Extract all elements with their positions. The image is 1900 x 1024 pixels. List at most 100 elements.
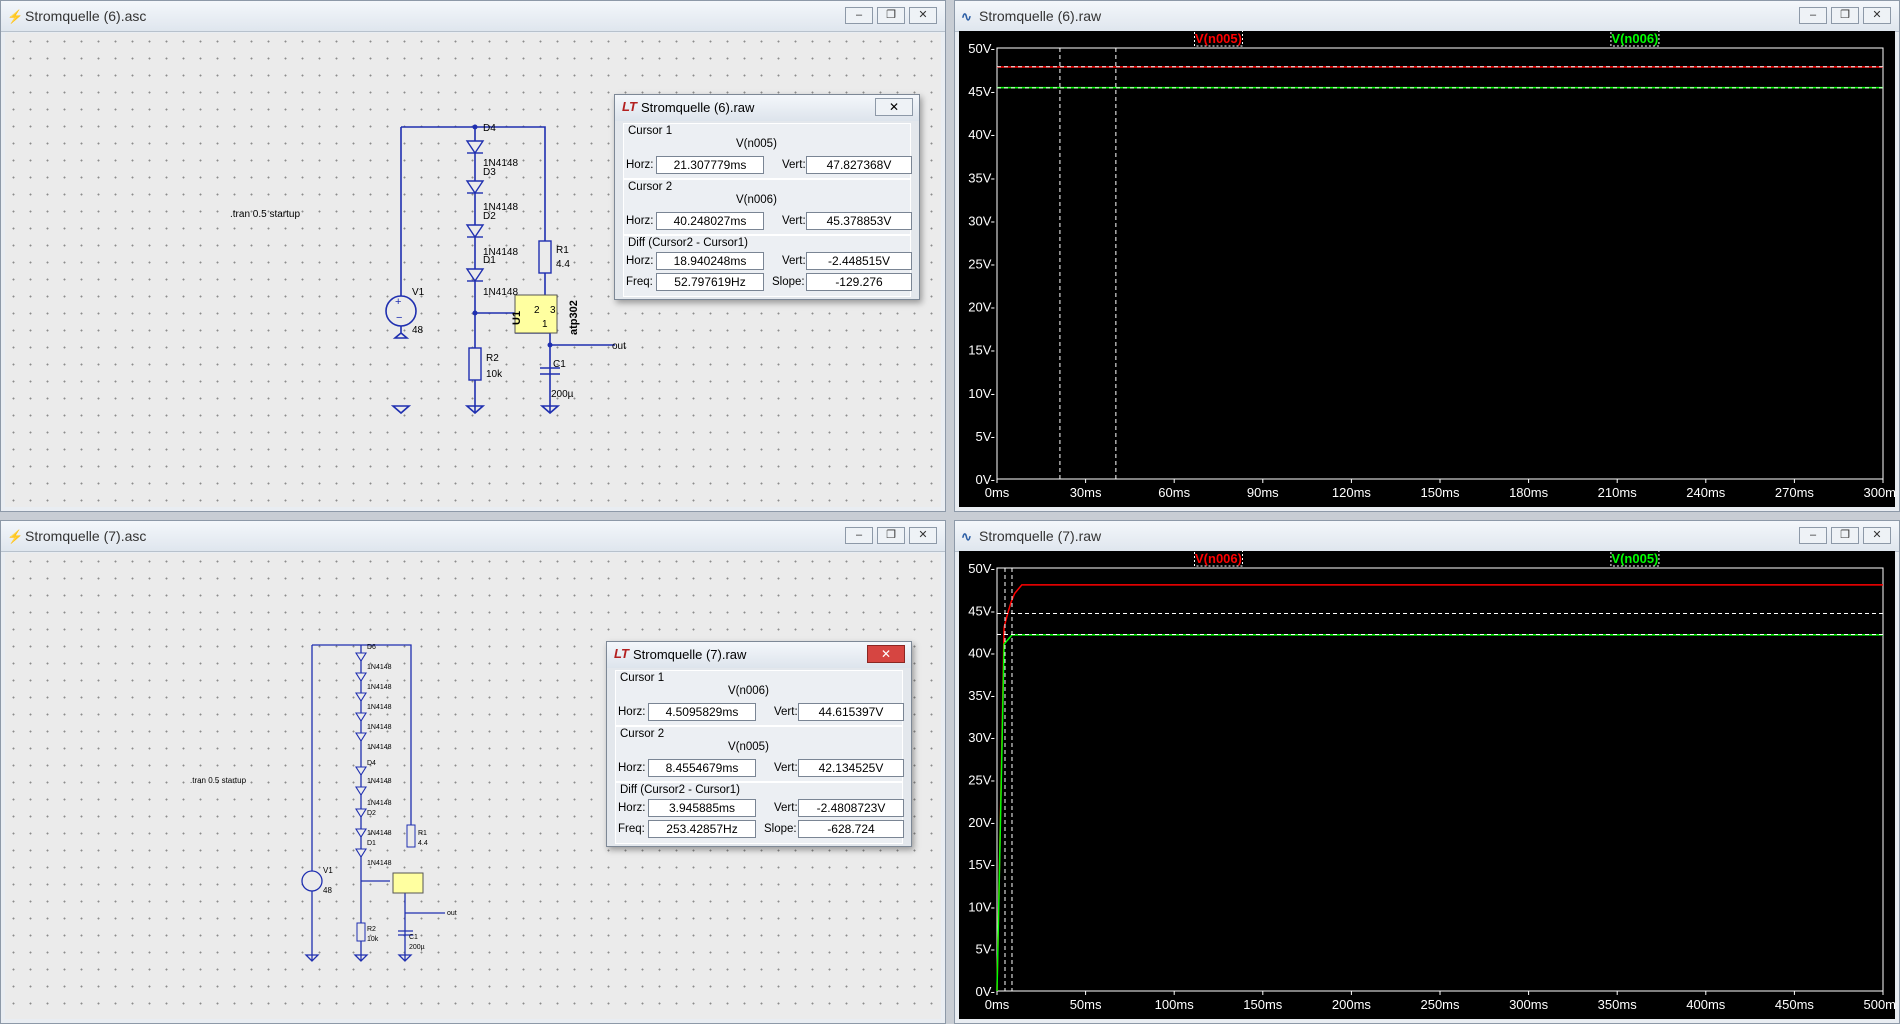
close-button[interactable]: ✕ — [909, 527, 937, 544]
x-tick-label: 60ms — [1158, 485, 1190, 500]
y-tick-label: 30V- — [968, 730, 995, 745]
cursor1-vert-field[interactable]: 47.827368V — [806, 156, 912, 174]
minimize-button[interactable]: – — [1799, 527, 1827, 544]
cursor-dialog-7[interactable]: LT Stromquelle (7).raw ✕ Cursor 1 V(n006… — [606, 641, 912, 847]
d1-model: 1N4148 — [483, 287, 518, 298]
waveform-7-titlebar[interactable]: ∿ Stromquelle (7).raw – ❐ ✕ — [955, 521, 1899, 552]
restore-button[interactable]: ❐ — [877, 7, 905, 24]
ltspice-icon: LT — [614, 646, 629, 661]
close-button[interactable]: ✕ — [909, 7, 937, 24]
diff-group: Diff (Cursor2 - Cursor1) Horz: 3.945885m… — [615, 782, 904, 844]
diff-vert-field[interactable]: -2.4808723V — [798, 799, 904, 817]
cursor1-horz-field[interactable]: 4.5095829ms — [648, 703, 756, 721]
diff-slope-field[interactable]: -129.276 — [806, 273, 912, 291]
schematic-icon: ⚡ — [7, 529, 24, 544]
diff-horz-field[interactable]: 18.940248ms — [656, 252, 764, 270]
diff-group: Diff (Cursor2 - Cursor1) Horz: 18.940248… — [623, 235, 912, 297]
x-tick-label: 50ms — [1070, 997, 1102, 1012]
slope-label: Slope: — [764, 823, 797, 835]
restore-button[interactable]: ❐ — [1831, 527, 1859, 544]
ltspice-icon: LT — [622, 99, 637, 114]
x-tick-label: 100ms — [1155, 997, 1195, 1012]
vert-label: Vert: — [782, 255, 806, 267]
cursor1-group: Cursor 1 V(n006) Horz: 4.5095829ms Vert:… — [615, 670, 904, 726]
close-button[interactable]: ✕ — [1863, 7, 1891, 24]
diff-freq-field[interactable]: 253.42857Hz — [648, 820, 756, 838]
y-tick-label: 40V- — [968, 646, 995, 661]
x-tick-label: 210ms — [1598, 485, 1638, 500]
waveform-window-6[interactable]: ∿ Stromquelle (6).raw – ❐ ✕ 0V- 5V- 10V- 15… — [954, 0, 1900, 512]
cursor-dialog-6-title: Stromquelle (6).raw — [641, 100, 755, 115]
d4-label: D4 — [483, 123, 496, 134]
diode-model-f: 1N4148 — [367, 778, 392, 785]
d2-label: D2 — [483, 211, 496, 222]
close-button[interactable]: ✕ — [867, 645, 905, 663]
r1-label: R1 — [556, 245, 569, 256]
diff-label: Diff (Cursor2 - Cursor1) — [620, 784, 740, 796]
v1-value: 48 — [412, 325, 424, 336]
schematic-6-titlebar[interactable]: ⚡ Stromquelle (6).asc – ❐ ✕ — [1, 1, 945, 32]
freq-label: Freq: — [626, 276, 653, 288]
restore-button[interactable]: ❐ — [1831, 7, 1859, 24]
y-tick-label: 5V- — [975, 942, 995, 957]
diode-model-a: 1N4148 — [367, 664, 392, 671]
diff-slope-field[interactable]: -628.724 — [798, 820, 904, 838]
y-tick-label: 40V- — [968, 127, 995, 142]
cursor1-vert-field[interactable]: 44.615397V — [798, 703, 904, 721]
restore-button[interactable]: ❐ — [877, 527, 905, 544]
plot-6-chart[interactable]: 0V-5V-10V-15V-20V-25V-30V-35V-40V-45V-50… — [959, 29, 1899, 509]
horz-label: Horz: — [626, 255, 654, 267]
vert-label: Vert: — [782, 215, 806, 227]
r2-value: 10k — [486, 369, 503, 380]
cursor2-horz-field[interactable]: 8.4554679ms — [648, 759, 756, 777]
diode-model-i: 1N4148 — [367, 860, 392, 867]
plot-7-area[interactable]: 0V- 5V- 10V- 15V- 20V- 25V- 30V- 35V- 40V- 45V- 50… — [959, 549, 1899, 1021]
y-tick-label: 10V- — [968, 899, 995, 914]
cursor2-vert-field[interactable]: 45.378853V — [806, 212, 912, 230]
minimize-button[interactable]: – — [1799, 7, 1827, 24]
diff-horz-field[interactable]: 3.945885ms — [648, 799, 756, 817]
y-tick-label: 25V- — [968, 257, 995, 272]
cursor2-group: Cursor 2 V(n006) Horz: 40.248027ms Vert:… — [623, 179, 912, 235]
waveform-icon: ∿ — [961, 529, 972, 544]
horz-label: Horz: — [626, 159, 654, 171]
sim-directive: .tran 0.5 startup — [230, 209, 300, 220]
horz-label: Horz: — [626, 215, 654, 227]
diff-vert-field[interactable]: -2.448515V — [806, 252, 912, 270]
diode-d3 — [465, 180, 485, 195]
waveform-6-titlebar[interactable]: ∿ Stromquelle (6).raw – ❐ ✕ — [955, 1, 1899, 32]
cursor-dialog-7-titlebar[interactable]: LT Stromquelle (7).raw ✕ — [607, 642, 911, 668]
cursor1-label: Cursor 1 — [620, 672, 665, 684]
cursor2-horz-field[interactable]: 40.248027ms — [656, 212, 764, 230]
minimize-button[interactable]: – — [845, 527, 873, 544]
diode-d2 — [465, 224, 485, 239]
plot-6-area[interactable]: 0V- 5V- 10V- 15V- 20V- 25V- 30V- 35V- 40V- 45V- 50… — [959, 29, 1899, 509]
u1-pin2: 2 — [534, 305, 540, 316]
c1-label-7: C1 — [409, 934, 418, 941]
cursor2-label: Cursor 2 — [620, 728, 665, 740]
close-button[interactable]: ✕ — [1863, 527, 1891, 544]
resistor-r1 — [538, 240, 552, 274]
cursor2-group: Cursor 2 V(n005) Horz: 8.4554679ms Vert:… — [615, 726, 904, 782]
x-tick-label: 150ms — [1420, 485, 1460, 500]
cursor-dialog-7-title: Stromquelle (7).raw — [633, 647, 747, 662]
d3-label: D3 — [483, 167, 496, 178]
y-tick-label: 50V- — [968, 41, 995, 56]
resistor-r2 — [468, 347, 482, 381]
cursor-dialog-6[interactable]: LT Stromquelle (6).raw ✕ Cursor 1 V(n005… — [614, 94, 920, 300]
horz-label: Horz: — [618, 802, 646, 814]
diff-freq-field[interactable]: 52.797619Hz — [656, 273, 764, 291]
waveform-6-title: Stromquelle (6).raw — [979, 8, 1102, 24]
waveform-window-7[interactable]: ∿ Stromquelle (7).raw – ❐ ✕ 0V- 5V- 10V- 15… — [954, 520, 1900, 1024]
schematic-7-titlebar[interactable]: ⚡ Stromquelle (7).asc – ❐ ✕ — [1, 521, 945, 552]
cursor-dialog-6-titlebar[interactable]: LT Stromquelle (6).raw ✕ — [615, 95, 919, 121]
cursor1-horz-field[interactable]: 21.307779ms — [656, 156, 764, 174]
minimize-button[interactable]: – — [845, 7, 873, 24]
plot-7-chart[interactable]: 0V-5V-10V-15V-20V-25V-30V-35V-40V-45V-50… — [959, 549, 1899, 1021]
close-button[interactable]: ✕ — [875, 98, 913, 116]
cursor2-trace: V(n005) — [728, 741, 769, 753]
y-tick-label: 45V- — [968, 84, 995, 99]
x-tick-label: 240ms — [1686, 485, 1726, 500]
cursor2-vert-field[interactable]: 42.134525V — [798, 759, 904, 777]
r1-label-7: R1 — [418, 830, 427, 837]
